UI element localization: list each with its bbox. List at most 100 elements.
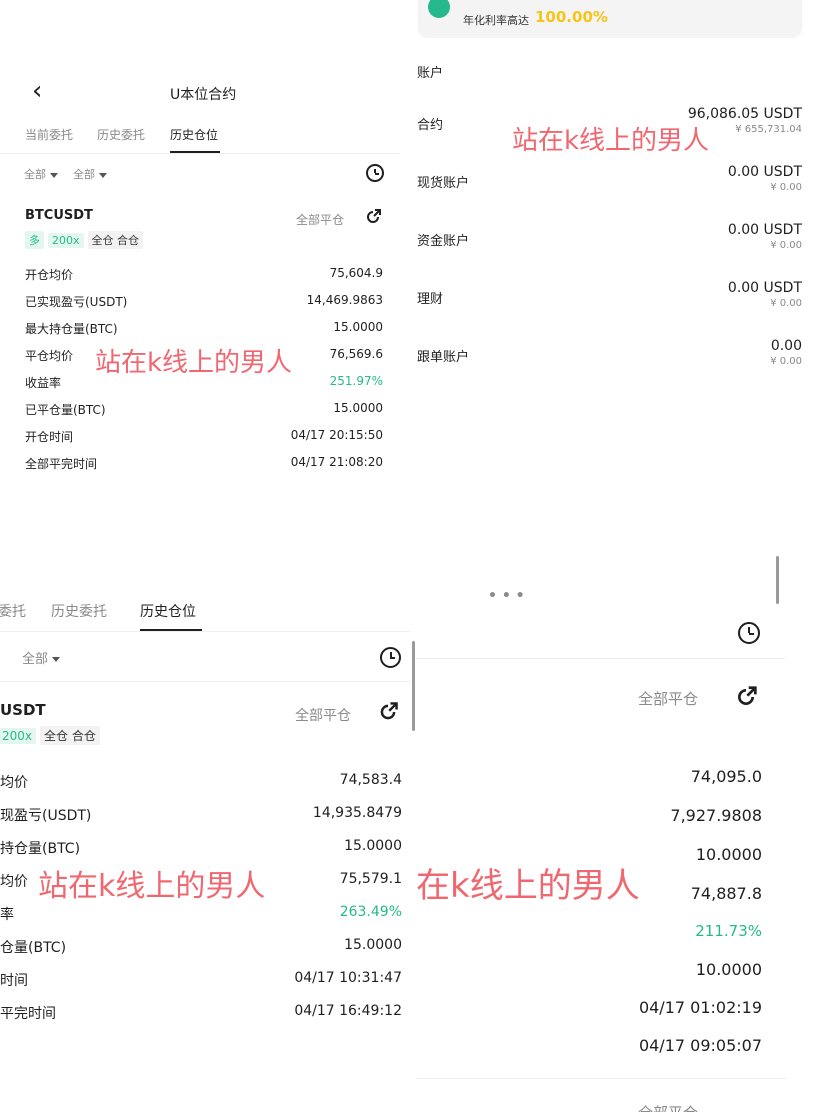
close-all-button[interactable]: 全部平仓 [295, 705, 351, 725]
watermark: 站在k线上的男人 [95, 348, 293, 378]
row-label: 开仓均价 [25, 268, 74, 282]
margin-mode-tag: 全仓 合仓 [40, 726, 100, 745]
tab-divider [0, 631, 410, 632]
share-icon[interactable] [377, 701, 399, 723]
row-value: 04/17 01:02:19 [638, 998, 762, 1017]
card-divider [416, 1078, 786, 1079]
row-value: 10.0000 [695, 960, 762, 979]
close-all-button[interactable]: 全部平仓 [638, 688, 698, 709]
position-tags: 200x 全仓 合仓 [0, 725, 104, 745]
row-label: 开仓时间 [25, 430, 74, 444]
account-cny-value: ¥ 0.00 [770, 240, 802, 251]
position-tags: 多 200x 全仓 合仓 [25, 229, 147, 249]
promo-rate: 100.00% [535, 8, 608, 26]
tab-position-history[interactable]: 历史仓位 [140, 601, 196, 621]
margin-mode-tag: 全仓 合仓 [87, 231, 144, 249]
account-cny-value: ¥ 0.00 [770, 356, 802, 367]
row-value-roi: 251.97% [329, 374, 383, 388]
filter-dropdown-2[interactable]: 全部 [73, 166, 107, 182]
back-icon[interactable]: ‹ [32, 76, 42, 106]
share-icon[interactable] [364, 208, 382, 226]
watermark: 站在k线上的男人 [38, 869, 266, 904]
row-value: 7,927.9808 [670, 806, 762, 825]
row-value: 04/17 09:05:07 [638, 1036, 762, 1055]
row-value: 04/17 21:08:20 [290, 455, 383, 469]
filter-dropdown[interactable]: 全部 [22, 648, 60, 667]
row-value: 10.0000 [695, 845, 762, 864]
account-name-spot[interactable]: 现货账户 [417, 172, 469, 191]
filter-divider [416, 658, 786, 659]
row-label: 平仓均价 [25, 349, 74, 363]
tab-order-history[interactable]: 历史委托 [51, 601, 107, 621]
watermark: 在k线上的男人 [416, 866, 640, 906]
row-label: 平完时间 [0, 1006, 56, 1022]
account-name-earn[interactable]: 理财 [417, 288, 443, 307]
leverage-tag: 200x [0, 728, 37, 744]
history-positions-panel-2: 委托 历史委托 历史仓位 全部 USDT 200x 全仓 合仓 全部平仓 均价 7… [0, 585, 416, 1055]
close-all-button-next[interactable]: 全部平仓 [638, 1102, 698, 1112]
account-value: 0.00 USDT [727, 280, 802, 296]
account-cny-value: ¥ 0.00 [770, 298, 802, 309]
row-value: 74,887.8 [690, 884, 762, 903]
page-title: U本位合约 [170, 87, 237, 103]
account-name-funding[interactable]: 资金账户 [417, 230, 469, 249]
row-value: 14,469.9863 [306, 293, 383, 307]
tab-position-history[interactable]: 历史仓位 [170, 126, 218, 143]
account-cny-value: ¥ 0.00 [770, 182, 802, 193]
row-label: 已实现盈亏(USDT) [25, 295, 128, 309]
row-label: 均价 [0, 775, 28, 791]
row-label: 现盈亏(USDT) [0, 808, 92, 824]
row-value: 15.0000 [333, 401, 383, 415]
tab-order-history[interactable]: 历史委托 [97, 126, 145, 143]
tab-current-orders[interactable]: 委托 [0, 601, 26, 621]
history-positions-panel-3: • • • 全部平仓 74,095.0 7,927.9808 10.0000 7… [416, 550, 834, 1112]
account-name-copy-trading[interactable]: 跟单账户 [417, 346, 469, 365]
tab-current-orders[interactable]: 当前委托 [25, 126, 73, 143]
account-name-futures[interactable]: 合约 [417, 114, 443, 133]
close-all-button[interactable]: 全部平仓 [296, 211, 344, 228]
account-value: 0.00 USDT [727, 222, 802, 238]
row-label: 时间 [0, 973, 28, 989]
row-label: 仓量(BTC) [0, 940, 67, 956]
row-value: 15.0000 [344, 937, 402, 953]
accounts-panel: 年化利率高达 100.00% 账户 合约 96,086.05 USDT ¥ 65… [408, 0, 834, 400]
row-value: 76,569.6 [329, 347, 383, 361]
share-icon[interactable] [734, 685, 758, 709]
row-label: 收益率 [25, 376, 62, 390]
account-cny-value: ¥ 655,731.04 [735, 124, 802, 135]
row-value: 75,604.9 [329, 266, 383, 280]
row-value: 04/17 20:15:50 [290, 428, 383, 442]
row-value: 75,579.1 [339, 871, 402, 887]
symbol-name: BTCUSDT [25, 208, 93, 223]
row-value: 15.0000 [344, 838, 402, 854]
tab-divider [0, 153, 400, 154]
history-clock-icon[interactable] [366, 164, 384, 182]
watermark: 站在k线上的男人 [512, 126, 710, 156]
row-value: 04/17 16:49:12 [294, 1003, 402, 1019]
row-value-roi: 211.73% [695, 922, 762, 940]
row-value: 74,583.4 [339, 772, 402, 788]
accounts-section-title: 账户 [417, 66, 444, 81]
history-clock-icon[interactable] [738, 622, 760, 644]
filter-divider [0, 681, 410, 682]
row-value-roi: 263.49% [339, 904, 402, 920]
row-value: 15.0000 [333, 320, 383, 334]
promo-text: 年化利率高达 [463, 14, 529, 27]
account-value: 0.00 USDT [727, 164, 802, 180]
row-label: 最大持仓量(BTC) [25, 322, 118, 336]
scrollbar[interactable] [776, 556, 779, 604]
row-label: 持仓量(BTC) [0, 841, 81, 857]
row-label: 全部平完时间 [25, 457, 98, 471]
row-label: 已平仓量(BTC) [25, 403, 106, 417]
history-positions-panel-1: ‹ U本位合约 当前委托 历史委托 历史仓位 全部 全部 BTCUSDT 多 20… [0, 60, 408, 500]
row-label: 率 [0, 907, 14, 923]
more-dots-icon[interactable]: • • • [488, 588, 525, 604]
long-tag: 多 [25, 231, 44, 249]
history-clock-icon[interactable] [380, 647, 401, 668]
account-value: 0.00 [770, 338, 802, 354]
leverage-tag: 200x [48, 233, 84, 248]
scrollbar[interactable] [412, 641, 415, 731]
filter-dropdown-1[interactable]: 全部 [24, 166, 58, 182]
row-value: 14,935.8479 [312, 805, 402, 821]
symbol-name: USDT [0, 701, 46, 719]
